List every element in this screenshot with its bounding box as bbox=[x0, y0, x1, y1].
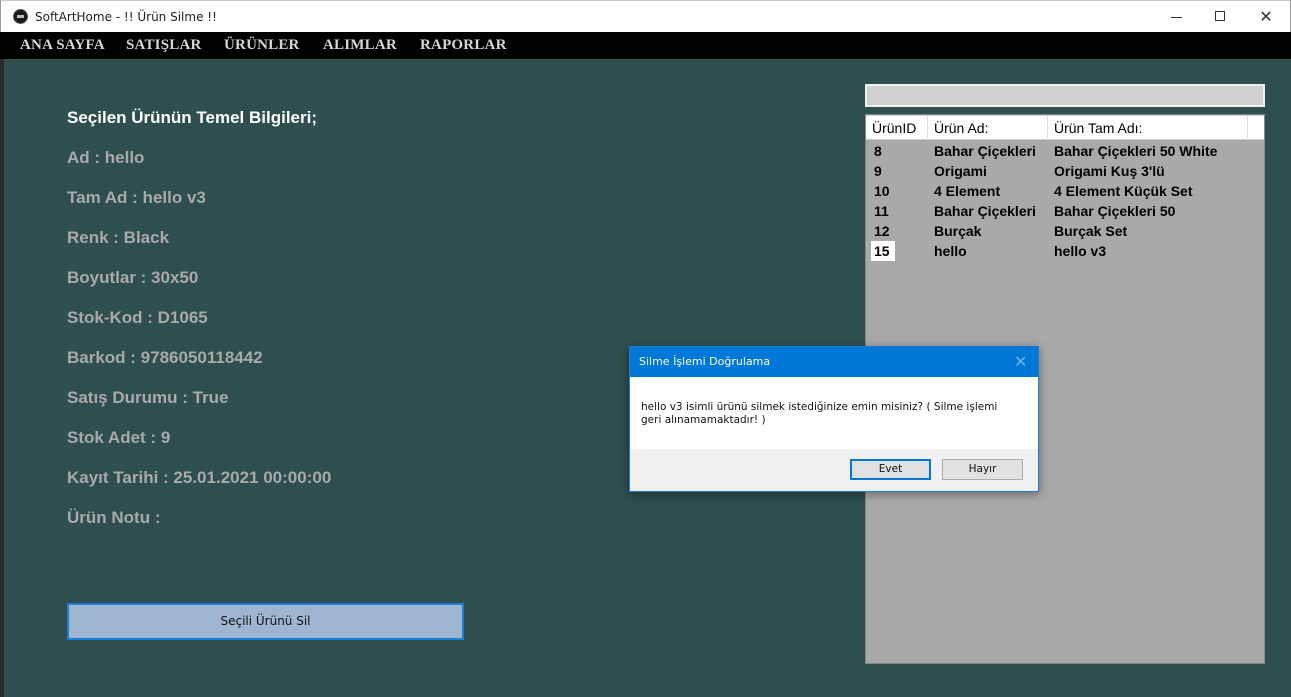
row-full-name: 4 Element Küçük Set bbox=[1054, 183, 1193, 199]
yes-button[interactable]: Evet bbox=[850, 459, 931, 480]
dialog-titlebar: Silme İşlemi Doğrulama ✕ bbox=[630, 347, 1038, 377]
product-color-label: Renk : Black bbox=[67, 228, 170, 247]
minimize-button[interactable] bbox=[1154, 1, 1200, 33]
maximize-icon bbox=[1215, 11, 1225, 21]
row-name: 4 Element bbox=[934, 183, 1001, 199]
menu-bar: ANA SAYFA SATIŞLAR ÜRÜNLER ALIMLAR RAPOR… bbox=[0, 32, 1291, 59]
menu-item-ana-sayfa[interactable]: ANA SAYFA bbox=[20, 37, 105, 54]
dialog-title: Silme İşlemi Doğrulama bbox=[639, 355, 771, 368]
window-title: SoftArtHome - !! Ürün Silme !! bbox=[35, 10, 217, 24]
row-full-name: Bahar Çiçekleri 50 bbox=[1054, 203, 1176, 219]
column-header-full-name[interactable]: Ürün Tam Adı: bbox=[1048, 116, 1248, 140]
menu-item-alimlar[interactable]: ALIMLAR bbox=[323, 37, 397, 54]
row-name: Bahar Çiçekleri bbox=[934, 203, 1036, 219]
delete-confirmation-dialog: Silme İşlemi Doğrulama ✕ hello v3 isimli… bbox=[629, 346, 1039, 492]
column-header-id[interactable]: ÜrünID bbox=[866, 116, 928, 140]
close-button[interactable]: ✕ bbox=[1243, 1, 1289, 33]
product-name-label: Ad : hello bbox=[67, 148, 145, 167]
close-icon: ✕ bbox=[1259, 7, 1273, 26]
menu-item-urunler[interactable]: ÜRÜNLER bbox=[224, 37, 300, 54]
product-note-label: Ürün Notu : bbox=[67, 508, 161, 527]
table-row[interactable]: 11 Bahar Çiçekleri Bahar Çiçekleri 50 bbox=[866, 201, 1264, 221]
grid-header: ÜrünID Ürün Ad: Ürün Tam Adı: bbox=[866, 115, 1264, 140]
row-id: 9 bbox=[874, 163, 882, 179]
row-full-name: hello v3 bbox=[1054, 243, 1107, 259]
row-name: Origami bbox=[934, 163, 987, 179]
product-barcode-label: Barkod : 9786050118442 bbox=[67, 348, 263, 367]
product-stock-count-label: Stok Adet : 9 bbox=[67, 428, 171, 447]
row-name: hello bbox=[934, 243, 967, 259]
product-info-heading: Seçilen Ürünün Temel Bilgileri; bbox=[67, 108, 318, 127]
delete-selected-product-button[interactable]: Seçili Ürünü Sil bbox=[67, 603, 464, 640]
dialog-message: hello v3 isimli ürünü silmek istediğiniz… bbox=[641, 401, 998, 426]
product-record-date-label: Kayıt Tarihi : 25.01.2021 00:00:00 bbox=[67, 468, 332, 487]
product-dimensions-label: Boyutlar : 30x50 bbox=[67, 268, 199, 287]
row-full-name: Bahar Çiçekleri 50 White bbox=[1054, 143, 1218, 159]
dialog-body: hello v3 isimli ürünü silmek istediğiniz… bbox=[630, 377, 1038, 449]
table-row[interactable]: 10 4 Element 4 Element Küçük Set bbox=[866, 181, 1264, 201]
product-full-name-label: Tam Ad : hello v3 bbox=[67, 188, 206, 207]
no-button[interactable]: Hayır bbox=[942, 459, 1023, 480]
row-name: Burçak bbox=[934, 223, 982, 239]
app-logo-icon bbox=[13, 9, 28, 24]
product-stock-code-label: Stok-Kod : D1065 bbox=[67, 308, 208, 327]
table-row[interactable]: 8 Bahar Çiçekleri Bahar Çiçekleri 50 Whi… bbox=[866, 141, 1264, 161]
row-id: 10 bbox=[874, 183, 890, 199]
row-id: 8 bbox=[874, 143, 882, 159]
product-sale-status-label: Satış Durumu : True bbox=[67, 388, 229, 407]
maximize-button[interactable] bbox=[1198, 1, 1244, 33]
row-name: Bahar Çiçekleri bbox=[934, 143, 1036, 159]
menu-item-satislar[interactable]: SATIŞLAR bbox=[126, 37, 202, 54]
column-header-name[interactable]: Ürün Ad: bbox=[928, 116, 1048, 140]
window-titlebar: SoftArtHome - !! Ürün Silme !! ✕ bbox=[0, 0, 1291, 32]
table-row[interactable]: 9 Origami Origami Kuş 3'lü bbox=[866, 161, 1264, 181]
minimize-icon bbox=[1171, 17, 1182, 18]
row-full-name: Burçak Set bbox=[1054, 223, 1128, 239]
row-id-selected: 15 bbox=[871, 241, 895, 261]
row-id: 11 bbox=[874, 203, 889, 219]
row-full-name: Origami Kuş 3'lü bbox=[1054, 163, 1165, 179]
row-id: 12 bbox=[874, 223, 890, 239]
dialog-close-icon[interactable]: ✕ bbox=[1014, 352, 1027, 371]
menu-item-raporlar[interactable]: RAPORLAR bbox=[420, 37, 507, 54]
table-row-selected[interactable]: 15 hello hello v3 bbox=[866, 241, 1264, 261]
search-input[interactable] bbox=[865, 84, 1265, 107]
table-row[interactable]: 12 Burçak Burçak Set bbox=[866, 221, 1264, 241]
